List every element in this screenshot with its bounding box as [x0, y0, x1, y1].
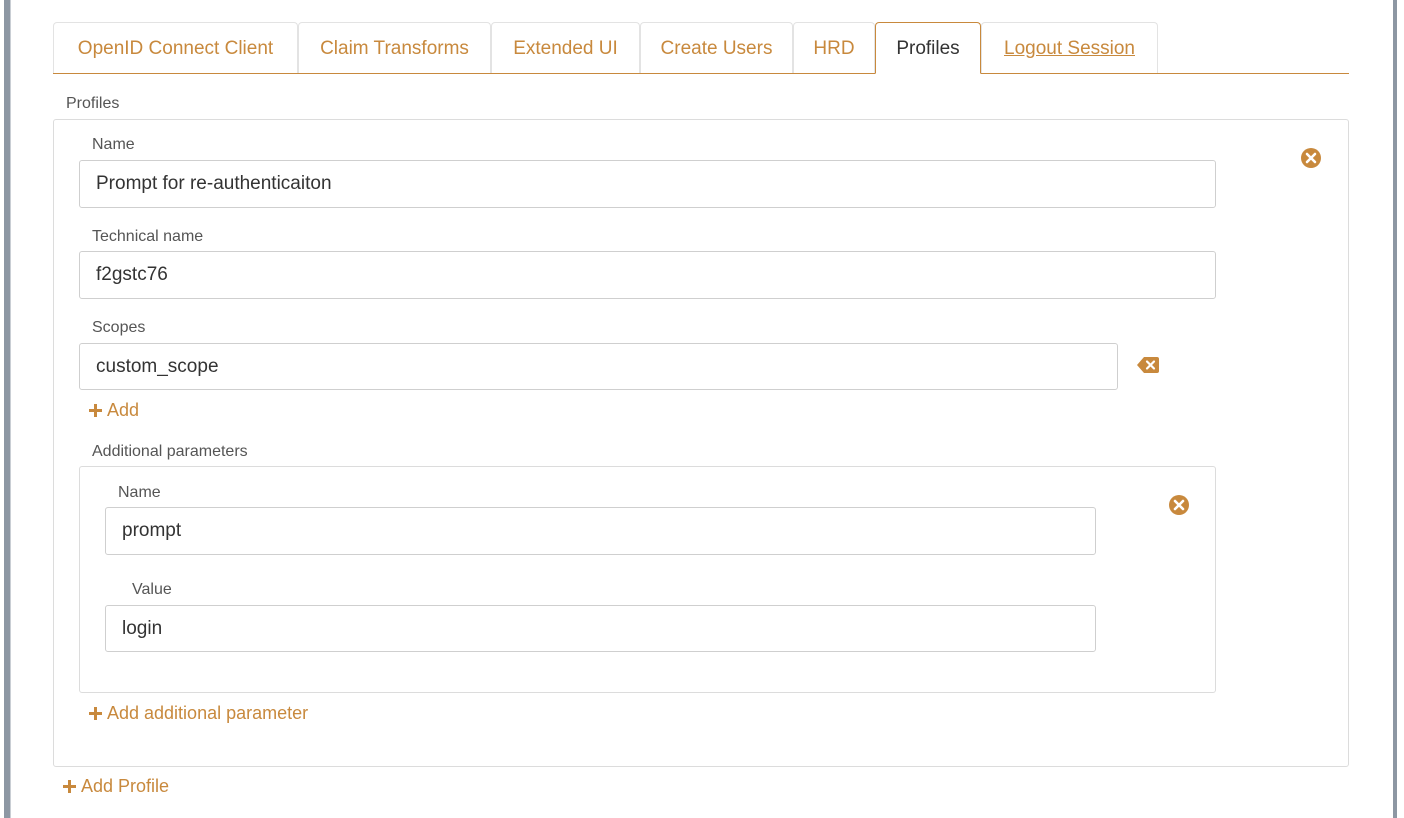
tab-create-users[interactable]: Create Users	[640, 22, 793, 73]
scope-input[interactable]	[79, 343, 1118, 390]
add-profile-label: Add Profile	[81, 775, 170, 796]
add-scope-label: Add	[107, 399, 140, 420]
tab-profiles[interactable]: Profiles	[875, 22, 981, 74]
parameter-value-input[interactable]	[105, 605, 1096, 652]
tab-openid-connect-client[interactable]: OpenID Connect Client	[53, 22, 298, 73]
profile-name-label: Name	[92, 136, 135, 153]
parameter-value-label: Value	[132, 581, 172, 598]
add-scope-link[interactable]: Add	[88, 399, 139, 421]
remove-profile-icon[interactable]	[1300, 147, 1322, 169]
profiles-section-label: Profiles	[66, 95, 120, 112]
scopes-label: Scopes	[92, 319, 146, 336]
parameter-name-label: Name	[118, 484, 161, 501]
technical-name-input[interactable]	[79, 251, 1216, 299]
tab-bar: OpenID Connect Client Claim Transforms E…	[53, 22, 1349, 74]
remove-scope-backspace-icon[interactable]	[1137, 357, 1159, 373]
additional-parameters-label: Additional parameters	[92, 443, 248, 460]
tab-extended-ui[interactable]: Extended UI	[491, 22, 640, 73]
tab-logout-session[interactable]: Logout Session	[981, 22, 1158, 73]
add-profile-link[interactable]: Add Profile	[62, 775, 169, 797]
tab-hrd[interactable]: HRD	[793, 22, 875, 73]
technical-name-label: Technical name	[92, 228, 204, 245]
add-parameter-link[interactable]: Add additional parameter	[88, 702, 308, 724]
profile-name-input[interactable]	[79, 160, 1216, 208]
window-frame-left-line	[10, 0, 11, 818]
remove-parameter-icon[interactable]	[1168, 494, 1190, 516]
tab-claim-transforms[interactable]: Claim Transforms	[298, 22, 491, 73]
window-frame-right	[1397, 0, 1404, 818]
plus-icon	[89, 403, 102, 417]
additional-parameters-panel	[79, 466, 1216, 693]
plus-icon	[89, 706, 102, 720]
add-parameter-label: Add additional parameter	[107, 702, 309, 723]
plus-icon	[63, 779, 76, 793]
parameter-name-input[interactable]	[105, 507, 1096, 555]
